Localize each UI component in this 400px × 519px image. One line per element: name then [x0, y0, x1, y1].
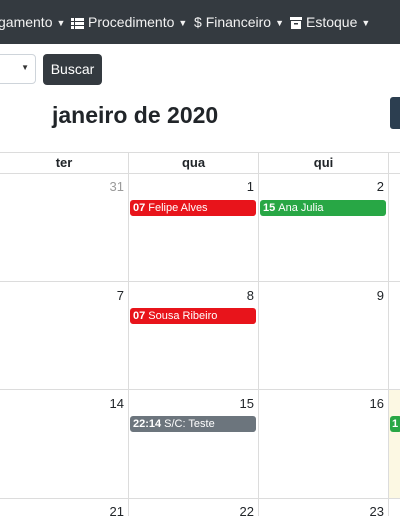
weekday-header: ter: [55, 155, 73, 170]
grid-line: [0, 281, 400, 282]
event-time: 15: [263, 202, 276, 214]
list-icon: [71, 2, 84, 46]
next-month-button[interactable]: [390, 97, 400, 129]
day-number[interactable]: 2: [354, 179, 384, 194]
box-icon: [290, 2, 302, 46]
chevron-down-icon: ▼: [56, 18, 66, 28]
grid-line: [128, 152, 129, 516]
chevron-down-icon: ▼: [275, 18, 284, 28]
grid-line: [388, 152, 389, 516]
event-time: 07: [133, 202, 146, 214]
nav-procedimento[interactable]: Procedimento ▼: [71, 0, 187, 44]
event-time: 1: [392, 418, 399, 430]
day-number[interactable]: 31: [94, 179, 124, 194]
nav-estoque-label: Estoque: [306, 14, 358, 30]
day-number[interactable]: 16: [354, 396, 384, 411]
calendar-grid: ter qua qui 31 1 2 07 Felipe Alves 15 Ana …: [0, 152, 400, 519]
day-number[interactable]: 8: [224, 288, 254, 303]
grid-line: [0, 173, 400, 174]
chevron-down-icon: ▼: [361, 18, 371, 28]
event-time: 22:14: [133, 418, 162, 430]
day-number[interactable]: 22: [224, 504, 254, 519]
nav-agendamento-label: gamento: [0, 14, 53, 30]
filter-select[interactable]: ▼: [0, 54, 36, 84]
weekday-header: qui: [313, 155, 334, 170]
event-title: Ana Julia: [278, 202, 324, 214]
today-highlight: [389, 390, 400, 498]
day-number[interactable]: 21: [94, 504, 124, 519]
event-time: 07: [133, 310, 146, 322]
calendar-event[interactable]: 15 Ana Julia: [260, 200, 386, 216]
calendar-event[interactable]: 07 Felipe Alves: [130, 200, 256, 216]
event-title: Felipe Alves: [148, 202, 208, 214]
day-number[interactable]: 15: [224, 396, 254, 411]
day-number[interactable]: 14: [94, 396, 124, 411]
grid-line: [0, 498, 400, 499]
grid-line: [0, 389, 400, 390]
nav-agendamento[interactable]: gamento ▼: [0, 0, 65, 44]
calendar-title: janeiro de 2020: [52, 102, 219, 128]
weekday-header: qua: [181, 155, 206, 170]
nav-estoque[interactable]: Estoque ▼: [290, 0, 370, 44]
calendar-event[interactable]: 1: [390, 416, 400, 432]
chevron-down-icon: ▼: [178, 18, 188, 28]
nav-financeiro[interactable]: $ Financeiro ▼: [194, 0, 284, 44]
chevron-down-icon: ▼: [21, 63, 29, 72]
top-navbar: gamento ▼ Procedimento ▼ $ Financeiro ▼ Est…: [0, 0, 400, 44]
event-title: Sousa Ribeiro: [148, 310, 218, 322]
grid-line: [258, 152, 259, 516]
day-number[interactable]: 1: [224, 179, 254, 194]
day-number[interactable]: 7: [94, 288, 124, 303]
day-number[interactable]: 23: [354, 504, 384, 519]
nav-financeiro-label: Financeiro: [205, 14, 272, 30]
nav-procedimento-label: Procedimento: [88, 14, 175, 30]
dollar-icon: $: [194, 14, 202, 30]
calendar-event[interactable]: 22:14 S/C: Teste: [130, 416, 256, 432]
calendar-event[interactable]: 07 Sousa Ribeiro: [130, 308, 256, 324]
day-number[interactable]: 9: [354, 288, 384, 303]
search-button[interactable]: Buscar: [43, 54, 102, 85]
event-title: S/C: Teste: [164, 418, 215, 430]
